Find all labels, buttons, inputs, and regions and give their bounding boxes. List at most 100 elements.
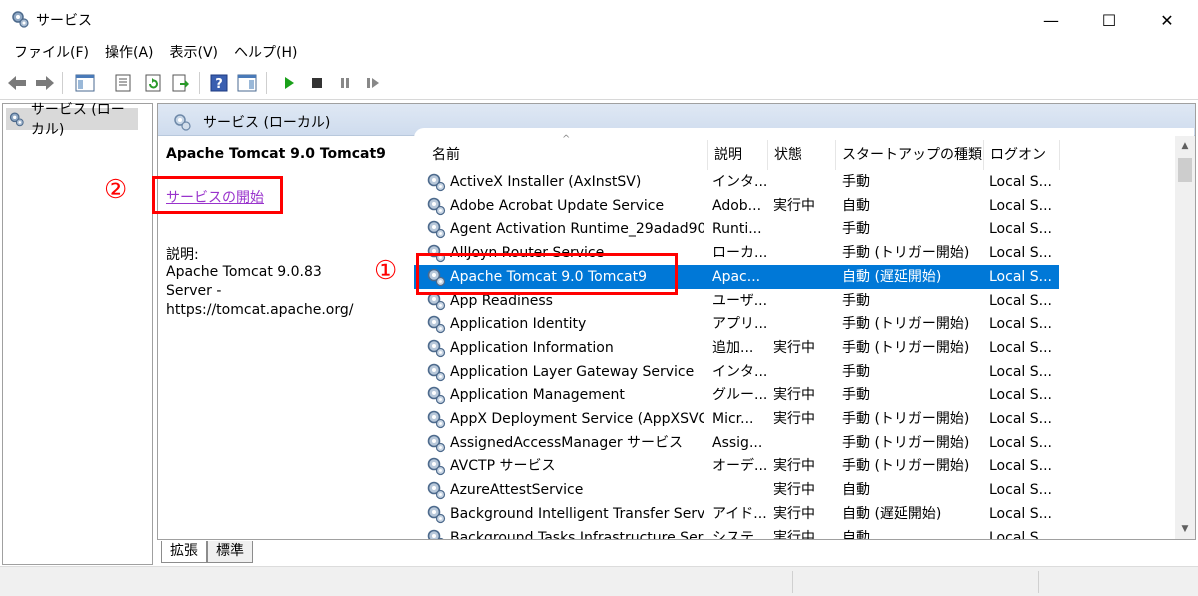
service-startup-type: 手動 (トリガー開始)	[842, 245, 970, 262]
start-service-button[interactable]	[278, 72, 300, 94]
service-row[interactable]: Background Tasks Infrastructure Servi...…	[414, 526, 1059, 540]
pause-service-icon	[341, 78, 349, 88]
service-logon: Local S...	[989, 339, 1052, 356]
service-gear-icon	[426, 528, 446, 539]
help-icon: ?	[210, 74, 228, 92]
column-header-logon[interactable]: ログオン	[984, 140, 1060, 170]
service-gear-icon	[426, 362, 446, 382]
service-name: Application Identity	[450, 316, 587, 333]
properties-button[interactable]	[112, 72, 134, 94]
restart-service-button[interactable]	[362, 72, 384, 94]
annotation-box-2	[152, 176, 283, 214]
column-header-status[interactable]: 状態	[768, 140, 836, 170]
panel-header-title: サービス (ローカル)	[203, 115, 331, 131]
services-gear-icon	[12, 11, 29, 28]
scroll-down-arrow-icon[interactable]: ▼	[1175, 519, 1195, 539]
toolbar-separator	[62, 72, 63, 94]
stop-service-button[interactable]	[306, 72, 328, 94]
export-list-button[interactable]	[170, 72, 192, 94]
pause-service-button[interactable]	[334, 72, 356, 94]
service-row[interactable]: Application Management グルー... 実行中 手動 Local S…	[414, 383, 1059, 407]
service-name: Background Tasks Infrastructure Servi...	[450, 529, 704, 540]
service-row[interactable]: AzureAttestService 実行中 自動 Local S...	[414, 478, 1059, 502]
service-status: 実行中	[773, 458, 815, 475]
refresh-button[interactable]	[142, 72, 164, 94]
show-hide-action-pane-button[interactable]	[236, 72, 258, 94]
service-name: AVCTP サービス	[450, 458, 556, 475]
service-logon: Local S...	[989, 411, 1052, 427]
help-button[interactable]: ?	[208, 72, 230, 94]
menu-bar: ファイル(F) 操作(A) 表示(V) ヘルプ(H)	[0, 41, 1198, 65]
window-title: サービス	[36, 13, 92, 29]
column-header-description[interactable]: 説明	[708, 140, 768, 170]
status-bar	[0, 566, 1198, 596]
service-row[interactable]: AppX Deployment Service (AppXSVC) Micr...…	[414, 407, 1059, 431]
forward-button[interactable]	[34, 72, 56, 94]
service-name: AppX Deployment Service (AppXSVC)	[450, 411, 704, 427]
close-icon: ✕	[1160, 10, 1174, 30]
service-gear-icon	[426, 172, 446, 192]
service-row[interactable]: AVCTP サービス オーデ... 実行中 手動 (トリガー開始) Local S...	[414, 454, 1059, 478]
service-row[interactable]: Adobe Acrobat Update Service Adob... 実行中 自動…	[414, 194, 1059, 218]
svg-text:?: ?	[215, 77, 223, 92]
column-header-startup-type[interactable]: スタートアップの種類	[836, 140, 984, 170]
service-status: 実行中	[773, 529, 815, 540]
service-startup-type: 手動	[842, 174, 870, 190]
service-startup-type: 手動	[842, 221, 870, 238]
service-description: オーデ...	[712, 458, 768, 475]
scrollbar-thumb[interactable]	[1178, 158, 1192, 182]
service-startup-type: 自動	[842, 197, 870, 214]
service-gear-icon	[426, 433, 446, 453]
service-logon: Local S...	[989, 387, 1052, 404]
service-logon: Local S...	[989, 505, 1052, 522]
service-description: Adob...	[712, 197, 762, 214]
service-row[interactable]: Application Layer Gateway Service インタ... 手…	[414, 360, 1059, 384]
service-startup-type: 自動 (遅延開始)	[842, 268, 942, 285]
service-logon: Local S...	[989, 482, 1052, 499]
toolbar-separator	[266, 72, 267, 94]
service-startup-type: 手動	[842, 363, 870, 380]
service-logon: Local S...	[989, 316, 1052, 333]
service-row[interactable]: AssignedAccessManager サービス Assig... 手動 (トリ…	[414, 431, 1059, 455]
service-row[interactable]: Application Identity アプリ... 手動 (トリガー開始) Loc…	[414, 312, 1059, 336]
service-description: Micr...	[712, 411, 754, 427]
service-logon: Local S...	[989, 268, 1052, 285]
menu-help[interactable]: ヘルプ(H)	[226, 41, 305, 65]
tab-standard[interactable]: 標準	[207, 541, 253, 563]
minimize-button[interactable]: —	[1022, 0, 1080, 40]
service-status: 実行中	[773, 505, 815, 522]
vertical-scrollbar[interactable]: ▲ ▼	[1175, 136, 1195, 539]
stop-service-icon	[312, 78, 322, 88]
menu-file[interactable]: ファイル(F)	[6, 41, 97, 65]
service-name: Application Layer Gateway Service	[450, 363, 695, 380]
service-description: Assig...	[712, 434, 763, 451]
service-description: システ...	[712, 529, 768, 540]
tree-item-services-local[interactable]: サービス (ローカル)	[6, 102, 138, 138]
column-header-name[interactable]: 名前	[426, 140, 708, 170]
service-row[interactable]: Agent Activation Runtime_29adad90 Runti..…	[414, 217, 1059, 241]
service-description: グルー...	[712, 387, 768, 404]
maximize-button[interactable]: ☐	[1080, 0, 1138, 40]
restart-service-icon	[367, 78, 379, 88]
service-startup-type: 自動	[842, 529, 870, 540]
status-bar-divider	[1038, 571, 1039, 593]
tab-extended[interactable]: 拡張	[161, 541, 207, 563]
tree-item-label: サービス (ローカル)	[30, 102, 125, 138]
scroll-up-arrow-icon[interactable]: ▲	[1175, 136, 1195, 156]
menu-action[interactable]: 操作(A)	[97, 41, 162, 65]
service-name: Background Intelligent Transfer Service	[450, 505, 704, 522]
service-logon: Local S...	[989, 174, 1052, 190]
service-row[interactable]: Background Intelligent Transfer Service ア…	[414, 502, 1059, 526]
service-row[interactable]: ActiveX Installer (AxInstSV) インタ... 手動 Loca…	[414, 170, 1059, 194]
service-startup-type: 自動	[842, 482, 870, 499]
menu-view[interactable]: 表示(V)	[162, 41, 227, 65]
back-button[interactable]	[6, 72, 28, 94]
service-startup-type: 手動 (トリガー開始)	[842, 458, 970, 475]
show-hide-console-tree-button[interactable]	[74, 72, 96, 94]
back-icon	[8, 76, 26, 90]
refresh-icon	[145, 74, 161, 92]
close-button[interactable]: ✕	[1138, 0, 1196, 40]
service-row[interactable]: Application Information 追加... 実行中 手動 (トリガー開…	[414, 336, 1059, 360]
title-bar: サービス — ☐ ✕	[0, 0, 1198, 40]
forward-icon	[36, 76, 54, 90]
